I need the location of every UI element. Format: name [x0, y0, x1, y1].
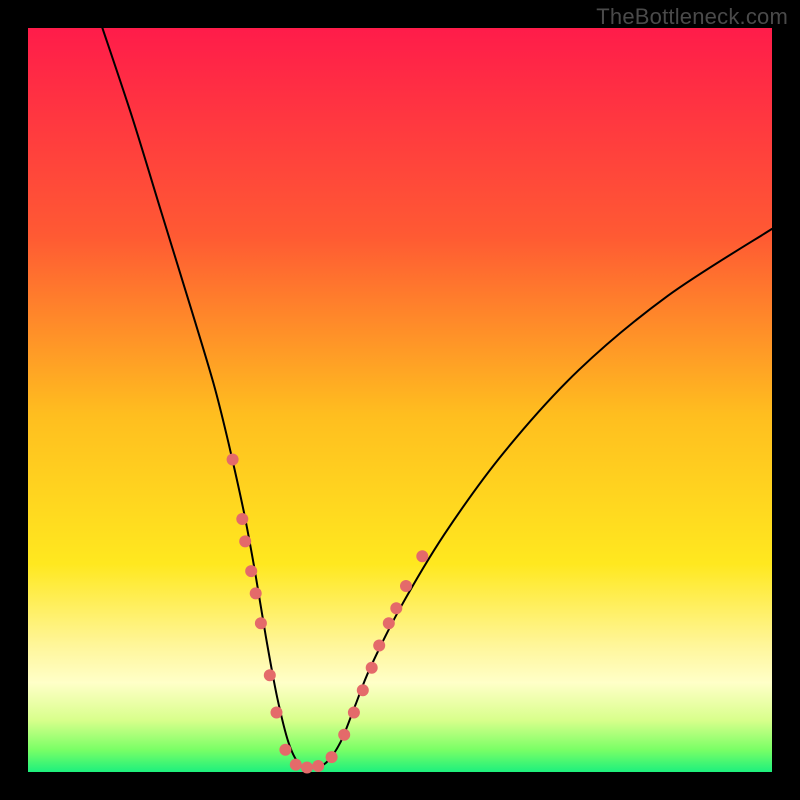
watermark-text: TheBottleneck.com — [596, 4, 788, 30]
data-marker — [301, 762, 313, 774]
data-marker — [264, 669, 276, 681]
data-marker — [416, 550, 428, 562]
data-marker — [357, 684, 369, 696]
data-marker — [255, 617, 267, 629]
data-marker — [326, 751, 338, 763]
data-marker — [290, 759, 302, 771]
data-marker — [383, 617, 395, 629]
plot-area — [28, 28, 772, 772]
chart-frame: TheBottleneck.com — [0, 0, 800, 800]
data-marker — [348, 707, 360, 719]
data-marker — [312, 760, 324, 772]
data-marker — [366, 662, 378, 674]
data-markers — [227, 454, 429, 774]
data-marker — [227, 454, 239, 466]
data-marker — [279, 744, 291, 756]
chart-svg — [28, 28, 772, 772]
data-marker — [236, 513, 248, 525]
bottleneck-curve — [102, 28, 772, 768]
data-marker — [245, 565, 257, 577]
data-marker — [390, 602, 402, 614]
data-marker — [239, 535, 251, 547]
data-marker — [400, 580, 412, 592]
data-marker — [338, 729, 350, 741]
data-marker — [373, 640, 385, 652]
data-marker — [250, 587, 262, 599]
data-marker — [271, 707, 283, 719]
